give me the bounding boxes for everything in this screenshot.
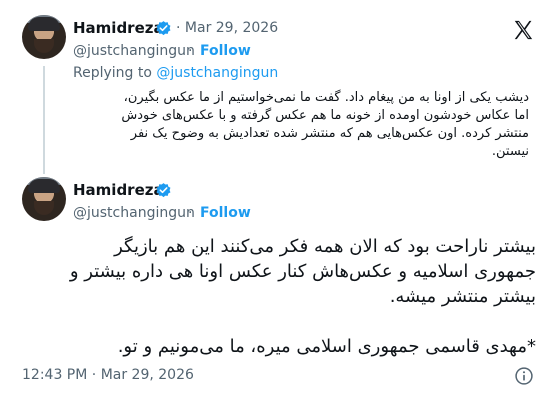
verified-badge-icon bbox=[156, 21, 171, 36]
tweet-text-line: بیشتر ناراحت بود که الان همه فکر می‌کنند… bbox=[114, 236, 536, 257]
avatar[interactable] bbox=[22, 15, 66, 59]
tweet-text: بیشتر ناراحت بود که الان همه فکر می‌کنند… bbox=[22, 234, 536, 359]
tweet-text-line: *مهدی قاسمی جمهوری اسلامی میره، ما می‌مو… bbox=[117, 336, 536, 357]
tweet-embed-card: Hamidreza · Mar 29, 2026 @justchangingun… bbox=[0, 0, 558, 400]
author-handle[interactable]: @justchangingun bbox=[73, 205, 195, 221]
replying-handle-link[interactable]: @justchangingun bbox=[156, 65, 278, 81]
follow-button[interactable]: Follow bbox=[200, 205, 251, 221]
tweet-text-line: منتشر کرده. اون عکس‌هایی هم که منتشر شده… bbox=[130, 126, 529, 141]
x-logo-icon[interactable] bbox=[512, 19, 534, 41]
replying-to: Replying to @justchangingun bbox=[73, 65, 279, 81]
tweet-paragraph: *مهدی قاسمی جمهوری اسلامی میره، ما می‌مو… bbox=[22, 334, 536, 359]
tweet-text: دیشب یکی از اونا به من پیغام داد. گفت ما… bbox=[73, 89, 529, 161]
tweet-date[interactable]: · Mar 29, 2026 bbox=[176, 20, 278, 36]
thread-connector bbox=[43, 66, 45, 174]
tweet-text-line: بیشتر منتشر میشه. bbox=[389, 286, 536, 307]
tweet-text-line: اما عکاس خودشون اومده از خونه ما هم عکس … bbox=[121, 108, 529, 123]
tweet-paragraph: بیشتر ناراحت بود که الان همه فکر می‌کنند… bbox=[22, 234, 536, 309]
tweet-text-line: نیستن. bbox=[491, 144, 529, 159]
tweet-text-line: جمهوری اسلامیه و عکس‌هاش کنار عکس اونا ه… bbox=[69, 261, 536, 282]
author-name[interactable]: Hamidreza bbox=[73, 19, 164, 37]
info-icon[interactable] bbox=[514, 366, 534, 386]
author-handle[interactable]: @justchangingun bbox=[73, 43, 195, 59]
author-name[interactable]: Hamidreza bbox=[73, 181, 164, 199]
tweet-timestamp[interactable]: 12:43 PM · Mar 29, 2026 bbox=[22, 367, 194, 383]
follow-button[interactable]: Follow bbox=[200, 43, 251, 59]
avatar[interactable] bbox=[22, 177, 66, 221]
verified-badge-icon bbox=[156, 183, 171, 198]
tweet-text-line: دیشب یکی از اونا به من پیغام داد. گفت ما… bbox=[123, 90, 529, 105]
separator: · bbox=[188, 205, 193, 221]
separator: · bbox=[188, 43, 193, 59]
